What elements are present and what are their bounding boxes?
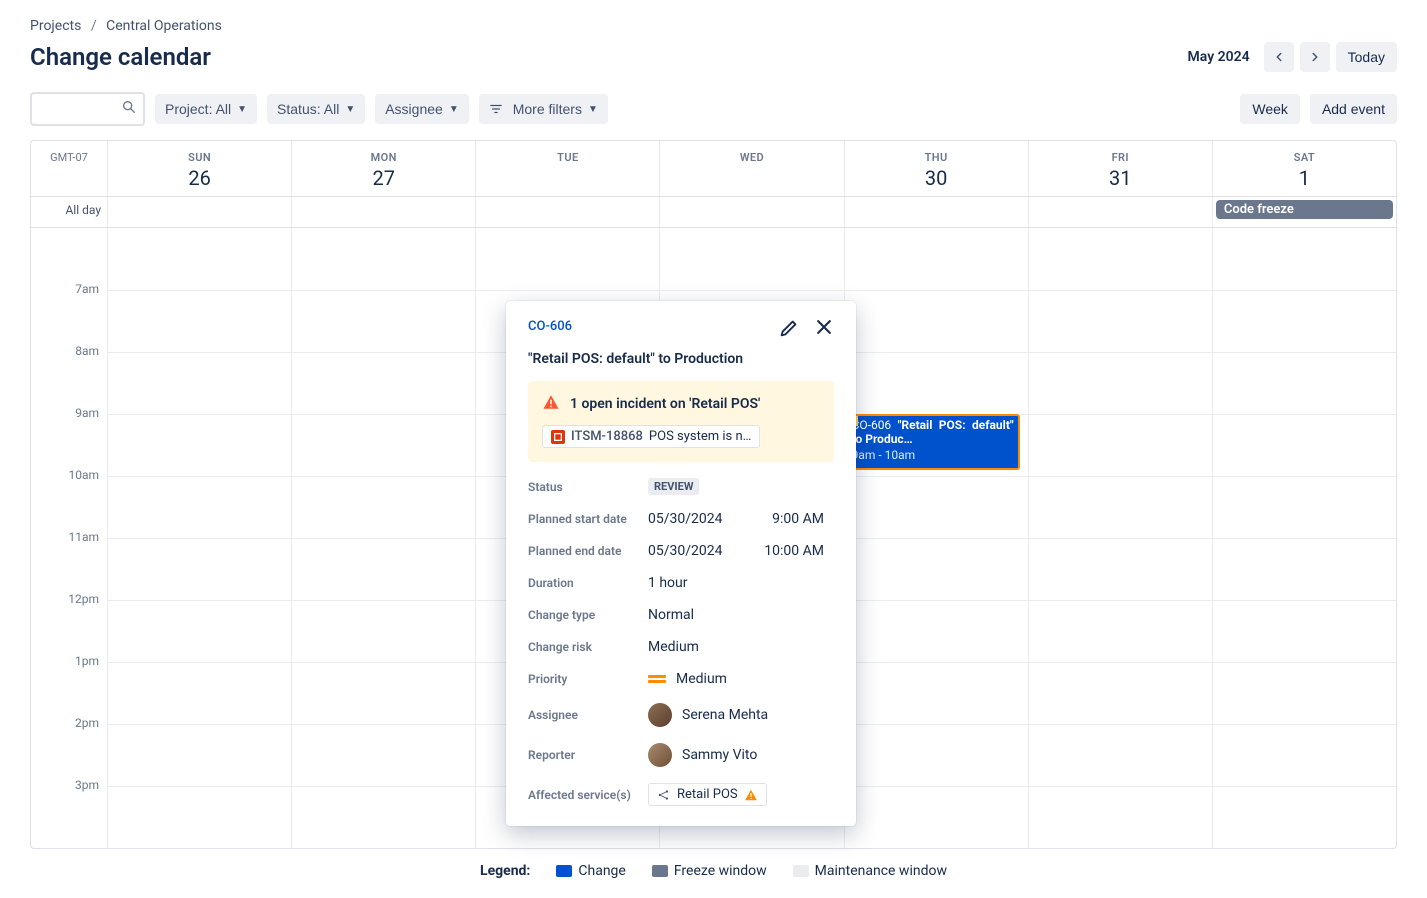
field-label: Reporter	[528, 748, 648, 762]
day-name: WED	[660, 151, 843, 164]
close-icon[interactable]	[814, 317, 834, 343]
field-label: Affected service(s)	[528, 788, 648, 802]
field-value: 9:00 AM	[772, 511, 824, 527]
issue-link[interactable]: CO-606	[528, 319, 572, 334]
edit-icon[interactable]	[778, 317, 800, 343]
field-value: Medium	[676, 671, 727, 687]
service-name: Retail POS	[677, 787, 738, 802]
day-number: 26	[108, 166, 291, 190]
day-number: 31	[1029, 166, 1212, 190]
day-name: THU	[845, 151, 1028, 164]
time-label: 2pm	[31, 716, 107, 778]
next-button[interactable]	[1300, 42, 1330, 72]
time-label: 11am	[31, 530, 107, 592]
field-label: Assignee	[528, 708, 648, 722]
today-button[interactable]: Today	[1336, 42, 1397, 72]
avatar	[648, 743, 672, 767]
time-label: 12pm	[31, 592, 107, 654]
time-label: 1pm	[31, 654, 107, 716]
incident-warning: 1 open incident on 'Retail POS' ITSM-188…	[528, 381, 834, 462]
time-label: 8am	[31, 344, 107, 406]
legend-item-change: Change	[556, 863, 625, 879]
chevron-left-icon	[1272, 50, 1286, 64]
freeze-event[interactable]: Code freeze	[1216, 200, 1393, 219]
month-label: May 2024	[1188, 49, 1250, 65]
field-value: Serena Mehta	[682, 707, 768, 723]
field-label: Change risk	[528, 640, 648, 654]
warning-triangle-icon	[542, 393, 560, 415]
day-number: 30	[845, 166, 1028, 190]
event-popover: CO-606 "Retail POS: default" to Producti…	[506, 301, 856, 826]
day-name: MON	[292, 151, 475, 164]
warning-triangle-icon	[744, 788, 758, 802]
legend-item-maint: Maintenance window	[793, 863, 947, 879]
warning-text: 1 open incident on 'Retail POS'	[570, 396, 760, 412]
field-value: 05/30/2024	[648, 511, 723, 527]
time-label: 9am	[31, 406, 107, 468]
breadcrumb: Projects / Central Operations	[30, 18, 1397, 34]
status-badge: REVIEW	[648, 478, 699, 495]
project-filter[interactable]: Project: All▼	[155, 94, 257, 124]
service-lozenge[interactable]: Retail POS	[648, 783, 767, 806]
time-label: 3pm	[31, 778, 107, 840]
field-value: 05/30/2024	[648, 543, 723, 559]
field-label: Planned start date	[528, 512, 648, 526]
search-input-wrap[interactable]	[30, 92, 145, 126]
day-name: SUN	[108, 151, 291, 164]
field-value: 1 hour	[648, 575, 688, 591]
event-time: 9am - 10am	[852, 448, 1014, 462]
calendar-event[interactable]: CO-606 "Retail POS: default" to Produc… …	[846, 414, 1020, 470]
search-icon	[121, 99, 137, 119]
incident-icon	[551, 430, 565, 444]
timezone-label: GMT-07	[31, 141, 107, 196]
filter-icon	[489, 102, 503, 116]
add-event-button[interactable]: Add event	[1310, 94, 1397, 124]
field-value: Sammy Vito	[682, 747, 757, 763]
time-label: 10am	[31, 468, 107, 530]
page-title: Change calendar	[30, 43, 211, 71]
day-name: FRI	[1029, 151, 1212, 164]
field-label: Priority	[528, 672, 648, 686]
legend-label: Legend:	[480, 863, 530, 879]
field-value: Normal	[648, 607, 694, 623]
chevron-right-icon	[1308, 50, 1322, 64]
assignee-filter[interactable]: Assignee▼	[375, 94, 469, 124]
incident-link[interactable]: ITSM-18868 POS system is n…	[542, 425, 760, 448]
time-label: 7am	[31, 282, 107, 344]
day-number: 1	[1213, 166, 1396, 190]
avatar	[648, 703, 672, 727]
day-number: 27	[292, 166, 475, 190]
week-button[interactable]: Week	[1240, 94, 1300, 124]
breadcrumb-projects[interactable]: Projects	[30, 18, 81, 34]
share-icon	[657, 788, 671, 802]
field-label: Planned end date	[528, 544, 648, 558]
incident-title: POS system is n…	[649, 429, 751, 444]
time-label	[31, 220, 107, 282]
field-value: Medium	[648, 639, 699, 655]
field-label: Change type	[528, 608, 648, 622]
more-filters-button[interactable]: More filters▼	[479, 94, 608, 124]
field-label: Status	[528, 480, 648, 494]
incident-id: ITSM-18868	[571, 429, 643, 444]
prev-button[interactable]	[1264, 42, 1294, 72]
day-name: TUE	[476, 151, 659, 164]
field-value: 10:00 AM	[764, 543, 824, 559]
priority-medium-icon	[648, 675, 666, 683]
breadcrumb-project[interactable]: Central Operations	[106, 18, 222, 34]
status-filter[interactable]: Status: All▼	[267, 94, 365, 124]
popover-title: "Retail POS: default" to Production	[528, 351, 834, 367]
search-input[interactable]	[38, 101, 121, 117]
field-label: Duration	[528, 576, 648, 590]
legend-item-freeze: Freeze window	[652, 863, 767, 879]
day-name: SAT	[1213, 151, 1396, 164]
